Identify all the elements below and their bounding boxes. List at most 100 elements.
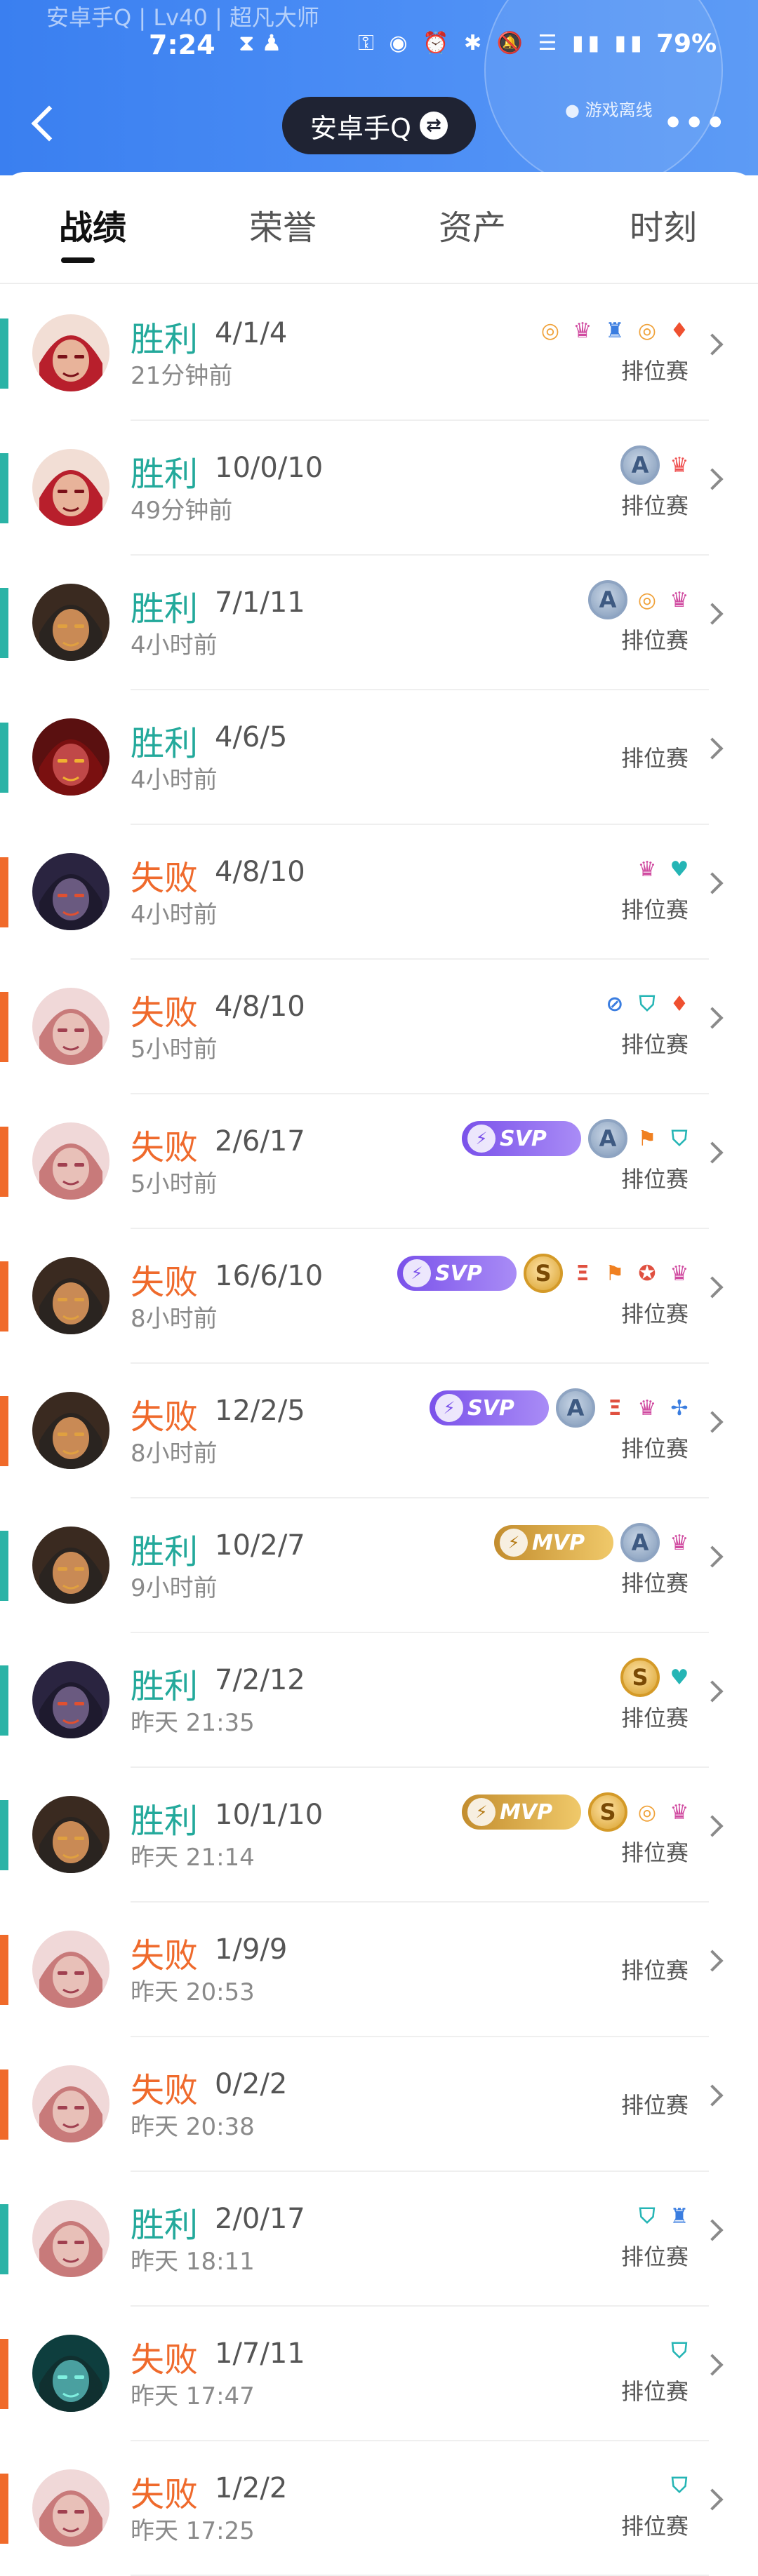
hero-avatar	[32, 718, 109, 796]
match-result: 失败	[131, 2071, 199, 2110]
match-mode: 排位赛	[621, 1705, 689, 1731]
match-row[interactable]: 胜利 10/0/10 49分钟前 A ♛ 排位赛	[0, 421, 758, 556]
match-badges: ⚡ SVP A Ξ ♛ ✢	[430, 1388, 692, 1428]
match-row[interactable]: 失败 12/2/5 8小时前 ⚡ SVP A Ξ ♛ ✢ 排位赛	[0, 1364, 758, 1498]
match-result: 胜利	[131, 1802, 199, 1841]
match-row[interactable]: 胜利 4/6/5 4小时前 排位赛	[0, 690, 758, 825]
match-result: 失败	[131, 1128, 199, 1167]
match-kda: 16/6/10	[215, 1260, 324, 1292]
match-badges: ⛉ ♜	[634, 2196, 692, 2236]
match-list: 胜利 4/1/4 21分钟前 ◎ ♛ ♜ ◎ ♦ 排位赛 胜利 10/0/10 49分钟…	[0, 286, 758, 2576]
hero-avatar	[32, 1122, 109, 1200]
loss-indicator-bar	[0, 1261, 8, 1331]
match-row[interactable]: 胜利 10/2/7 9小时前 ⚡ MVP A ♛ 排位赛	[0, 1498, 758, 1633]
match-badges: ⚡ MVP S ◎ ♛	[462, 1792, 692, 1832]
back-arrow-icon	[31, 105, 67, 142]
match-result: 胜利	[131, 320, 199, 359]
match-row[interactable]: 胜利 10/1/10 昨天 21:14 ⚡ MVP S ◎ ♛ 排位赛	[0, 1768, 758, 1903]
match-row[interactable]: 失败 4/8/10 4小时前 ♛ ♥ 排位赛	[0, 825, 758, 960]
achievement-icon: Ξ	[576, 1261, 590, 1286]
tab-record[interactable]: 战绩	[59, 200, 126, 249]
match-row[interactable]: 胜利 7/1/11 4小时前 A ◎ ♛ 排位赛	[0, 556, 758, 690]
chevron-right-icon	[701, 1950, 724, 1972]
match-row[interactable]: 失败 0/2/2 昨天 20:38 排位赛	[0, 2037, 758, 2172]
chevron-right-icon	[701, 1007, 724, 1029]
switch-icon: ⇄	[419, 112, 448, 140]
match-kda: 7/2/12	[215, 1664, 305, 1696]
match-time: 昨天 20:53	[131, 1978, 255, 2006]
tab-honor[interactable]: 荣誉	[249, 200, 317, 249]
hero-avatar	[32, 1661, 109, 1738]
achievement-icon: ♛	[637, 1395, 657, 1421]
match-row[interactable]: 胜利 7/2/12 昨天 21:35 S ♥ 排位赛	[0, 1633, 758, 1768]
match-result: 胜利	[131, 589, 199, 629]
hero-avatar	[32, 1796, 109, 1873]
achievement-icon: ◎	[637, 1799, 657, 1825]
grade-a-badge: A	[588, 1119, 627, 1158]
match-badges: ♛ ♥	[634, 849, 692, 890]
chevron-right-icon	[701, 737, 724, 760]
hero-avatar	[32, 1257, 109, 1334]
match-row[interactable]: 胜利 4/1/4 21分钟前 ◎ ♛ ♜ ◎ ♦ 排位赛	[0, 286, 758, 421]
match-mode: 排位赛	[621, 1166, 689, 1193]
match-result: 失败	[131, 1936, 199, 1975]
loss-indicator-bar	[0, 857, 8, 927]
win-indicator-bar	[0, 318, 8, 389]
achievement-icon: ♛	[670, 1799, 689, 1825]
tab-assets[interactable]: 资产	[439, 200, 506, 249]
match-row[interactable]: 失败 4/8/10 5小时前 ⊘ ⛉ ♦ 排位赛	[0, 960, 758, 1094]
hero-avatar	[32, 449, 109, 526]
match-row[interactable]: 失败 1/2/2 昨天 17:25 ⛉ 排位赛	[0, 2441, 758, 2576]
achievement-icon: ⛉	[671, 1126, 688, 1151]
match-badges: ⚡ MVP A ♛	[494, 1522, 692, 1563]
lightning-icon: ⚡	[500, 1529, 528, 1557]
grade-s-badge: S	[588, 1792, 627, 1832]
win-indicator-bar	[0, 2204, 8, 2274]
tab-moments[interactable]: 时刻	[630, 200, 697, 249]
hero-avatar	[32, 2469, 109, 2547]
match-time: 4小时前	[131, 631, 218, 659]
chevron-right-icon	[701, 468, 724, 490]
lightning-icon: ⚡	[403, 1259, 431, 1287]
achievement-icon: ♛	[637, 857, 657, 882]
match-kda: 10/2/7	[215, 1529, 305, 1562]
match-mode: 排位赛	[621, 2378, 689, 2405]
match-result: 胜利	[131, 1667, 199, 1706]
chevron-right-icon	[701, 1411, 724, 1433]
loss-indicator-bar	[0, 2069, 8, 2140]
win-indicator-bar	[0, 1665, 8, 1736]
match-kda: 4/8/10	[215, 991, 305, 1023]
loss-indicator-bar	[0, 1396, 8, 1466]
match-row[interactable]: 胜利 2/0/17 昨天 18:11 ⛉ ♜ 排位赛	[0, 2172, 758, 2307]
match-time: 昨天 18:11	[131, 2248, 255, 2276]
loss-indicator-bar	[0, 1127, 8, 1197]
account-switcher[interactable]: 安卓手Q ⇄	[282, 97, 476, 154]
hero-avatar	[32, 2065, 109, 2142]
chevron-right-icon	[701, 2219, 724, 2241]
chevron-right-icon	[701, 1680, 724, 1703]
match-mode: 排位赛	[621, 492, 689, 519]
lightning-icon: ⚡	[467, 1125, 496, 1153]
match-row[interactable]: 失败 16/6/10 8小时前 ⚡ SVP S Ξ ⚑ ✪ ♛ 排位赛	[0, 1229, 758, 1364]
match-row[interactable]: 失败 1/9/9 昨天 20:53 排位赛	[0, 1903, 758, 2037]
match-row[interactable]: 失败 2/6/17 5小时前 ⚡ SVP A ⚑ ⛉ 排位赛	[0, 1094, 758, 1229]
match-mode: 排位赛	[621, 1031, 689, 1058]
more-button[interactable]: •••	[663, 105, 726, 141]
mvp-badge: ⚡ MVP	[462, 1795, 581, 1830]
match-badges: S ♥	[620, 1657, 692, 1698]
match-row[interactable]: 失败 1/7/11 昨天 17:47 ⛉ 排位赛	[0, 2307, 758, 2441]
match-kda: 1/2/2	[215, 2472, 288, 2504]
win-indicator-bar	[0, 723, 8, 793]
chevron-right-icon	[701, 333, 724, 356]
match-mode: 排位赛	[621, 897, 689, 923]
battery-level: 79%	[656, 29, 717, 58]
match-mode: 排位赛	[621, 2092, 689, 2119]
achievement-icon: ♥	[670, 1665, 689, 1690]
achievement-icon: ⛉	[671, 2473, 688, 2498]
hero-avatar	[32, 584, 109, 661]
match-result: 失败	[131, 1263, 199, 1302]
svp-badge: ⚡ SVP	[430, 1390, 549, 1425]
win-indicator-bar	[0, 1531, 8, 1601]
chevron-right-icon	[701, 1141, 724, 1164]
back-button[interactable]	[27, 98, 67, 149]
